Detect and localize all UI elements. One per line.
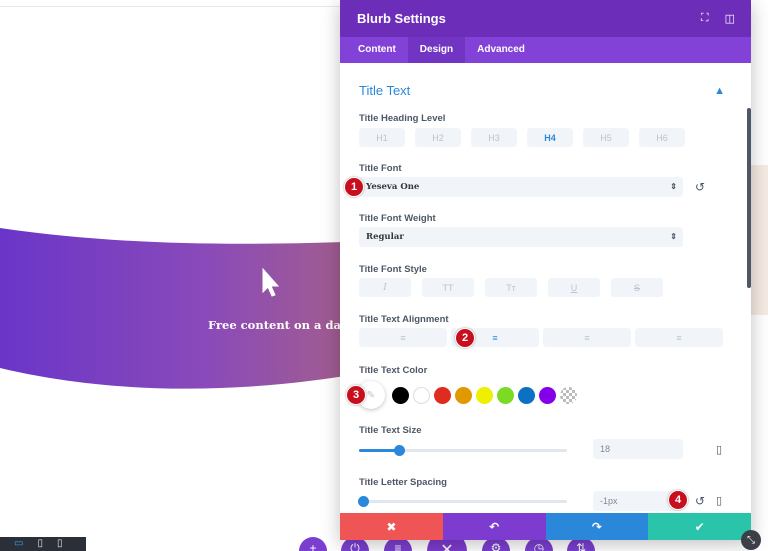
color-swatch[interactable] bbox=[539, 386, 556, 404]
responsive-phone-icon[interactable]: ▯ bbox=[716, 443, 722, 456]
select-arrows-icon: ⇕ bbox=[670, 232, 677, 241]
align-right-button[interactable]: ≡ bbox=[543, 328, 631, 347]
text-size-input[interactable]: 18 bbox=[593, 439, 683, 459]
resize-icon[interactable]: ⤡ bbox=[741, 530, 761, 550]
modal-footer: ✖ ↶ ↷ ✔ bbox=[340, 513, 751, 540]
responsive-phone-icon[interactable]: ▯ bbox=[716, 494, 722, 507]
font-weight-value: Regular bbox=[366, 232, 404, 242]
font-label: Title Font bbox=[359, 163, 402, 174]
heading-h3-button[interactable]: H3 bbox=[471, 128, 517, 147]
heading-h5-button[interactable]: H5 bbox=[583, 128, 629, 147]
reset-icon[interactable]: ↺ bbox=[695, 180, 705, 194]
select-arrows-icon: ⇕ bbox=[670, 182, 677, 191]
settings-body: Title Text ▲ Title Heading Level H1 H2 H… bbox=[340, 63, 751, 513]
split-view-icon[interactable]: ◫ bbox=[725, 12, 735, 25]
uppercase-button[interactable]: TT bbox=[422, 278, 474, 297]
no-color-swatch[interactable] bbox=[560, 386, 577, 404]
modal-tabs: Content Design Advanced bbox=[340, 37, 751, 63]
color-swatch[interactable] bbox=[392, 386, 409, 404]
tab-design[interactable]: Design bbox=[407, 37, 466, 63]
chevron-up-icon[interactable]: ▲ bbox=[714, 85, 725, 97]
color-swatches: ✎ bbox=[357, 381, 577, 409]
letter-spacing-slider[interactable] bbox=[358, 496, 567, 507]
text-size-slider[interactable] bbox=[359, 445, 567, 456]
add-module-button[interactable]: + bbox=[299, 537, 327, 551]
hero-section[interactable] bbox=[0, 226, 345, 394]
save-button[interactable]: ✔ bbox=[648, 513, 751, 540]
font-select-value: Yeseva One bbox=[366, 182, 420, 192]
cancel-button[interactable]: ✖ bbox=[340, 513, 443, 540]
strikethrough-button[interactable]: S bbox=[611, 278, 663, 297]
italic-button[interactable]: I bbox=[359, 278, 411, 297]
slider-fill bbox=[359, 449, 399, 452]
modal-header: Blurb Settings ⛶ ◫ bbox=[340, 0, 751, 37]
capitalize-button[interactable]: Tт bbox=[485, 278, 537, 297]
desktop-view-icon[interactable]: ▭ bbox=[14, 539, 23, 549]
step-marker-1: 1 bbox=[344, 177, 364, 197]
font-weight-label: Title Font Weight bbox=[359, 213, 436, 224]
step-marker-3: 3 bbox=[346, 385, 366, 405]
align-left-button[interactable]: ≡ bbox=[359, 328, 447, 347]
color-swatch[interactable] bbox=[434, 386, 451, 404]
font-style-label: Title Font Style bbox=[359, 264, 427, 275]
heading-h2-button[interactable]: H2 bbox=[415, 128, 461, 147]
scrollbar[interactable] bbox=[747, 108, 751, 288]
font-style-group: I TT Tт U S bbox=[359, 278, 663, 297]
text-size-label: Title Text Size bbox=[359, 425, 422, 436]
redo-button[interactable]: ↷ bbox=[545, 513, 649, 540]
alignment-label: Title Text Alignment bbox=[359, 314, 449, 325]
alignment-group: ≡ ≡ ≡ ≡ bbox=[359, 328, 723, 347]
color-swatch[interactable] bbox=[413, 386, 430, 404]
color-swatch[interactable] bbox=[455, 386, 472, 404]
slider-handle[interactable] bbox=[358, 496, 370, 507]
step-marker-4: 4 bbox=[668, 490, 688, 510]
section-title[interactable]: Title Text bbox=[359, 83, 410, 98]
heading-h4-button[interactable]: H4 bbox=[527, 128, 573, 147]
underline-button[interactable]: U bbox=[548, 278, 600, 297]
align-justify-button[interactable]: ≡ bbox=[635, 328, 723, 347]
font-weight-select[interactable]: Regular ⇕ bbox=[359, 227, 683, 247]
heading-level-label: Title Heading Level bbox=[359, 113, 446, 124]
tab-content[interactable]: Content bbox=[346, 37, 408, 63]
expand-icon[interactable]: ⛶ bbox=[701, 12, 709, 25]
color-swatch[interactable] bbox=[497, 386, 514, 404]
hero-title[interactable]: Free content on a daily bbox=[208, 318, 343, 332]
mouse-cursor-icon bbox=[262, 268, 280, 297]
letter-spacing-label: Title Letter Spacing bbox=[359, 477, 447, 488]
tablet-view-icon[interactable]: ▯ bbox=[37, 539, 43, 549]
heading-h6-button[interactable]: H6 bbox=[639, 128, 685, 147]
reset-icon[interactable]: ↺ bbox=[695, 494, 705, 508]
color-swatch[interactable] bbox=[476, 386, 493, 404]
blurb-settings-modal: Blurb Settings ⛶ ◫ Content Design Advanc… bbox=[340, 0, 751, 540]
undo-button[interactable]: ↶ bbox=[442, 513, 546, 540]
step-marker-2: 2 bbox=[455, 328, 475, 348]
section-divider bbox=[0, 6, 340, 7]
heading-level-group: H1 H2 H3 H4 H5 H6 bbox=[359, 128, 685, 147]
font-select[interactable]: Yeseva One ⇕ bbox=[359, 177, 683, 197]
color-swatch[interactable] bbox=[518, 386, 535, 404]
text-color-label: Title Text Color bbox=[359, 365, 428, 376]
slider-handle[interactable] bbox=[393, 445, 405, 456]
tab-advanced[interactable]: Advanced bbox=[465, 37, 537, 63]
heading-h1-button[interactable]: H1 bbox=[359, 128, 405, 147]
side-image-strip bbox=[750, 165, 768, 315]
device-toolbar: ▭ ▯ ▯ bbox=[0, 537, 86, 551]
phone-view-icon[interactable]: ▯ bbox=[57, 539, 63, 549]
modal-title: Blurb Settings bbox=[357, 11, 446, 26]
